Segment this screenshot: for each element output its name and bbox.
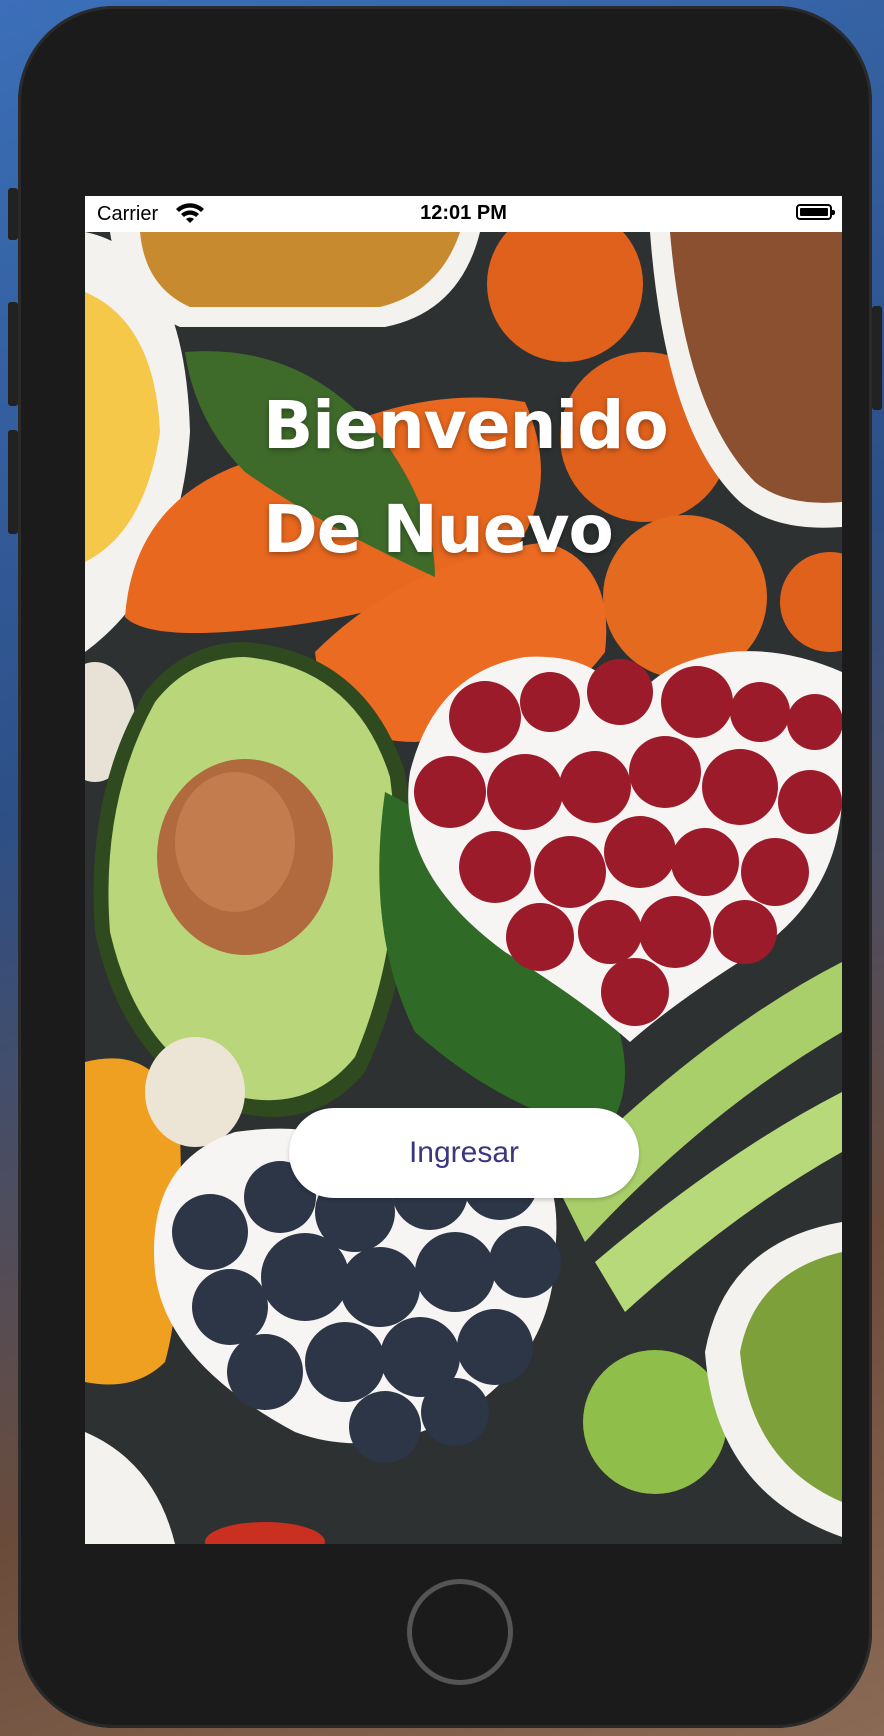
welcome-title-line1: Bienvenido xyxy=(263,387,669,464)
battery-icon xyxy=(796,204,835,220)
volume-down-button xyxy=(8,430,18,534)
status-time: 12:01 PM xyxy=(420,202,507,224)
ingresar-button[interactable]: Ingresar xyxy=(289,1108,639,1198)
welcome-title: Bienvenido De Nuevo xyxy=(263,374,669,582)
phone-frame: Carrier 12:01 PM Bienvenido De Nuevo Ing… xyxy=(8,6,882,1728)
volume-up-button xyxy=(8,302,18,406)
status-bar: Carrier 12:01 PM xyxy=(85,196,842,232)
power-button xyxy=(872,306,882,410)
app-screen: Carrier 12:01 PM Bienvenido De Nuevo Ing… xyxy=(85,196,842,1544)
home-button[interactable] xyxy=(407,1579,513,1685)
welcome-title-line2: De Nuevo xyxy=(263,491,614,568)
mute-switch xyxy=(8,188,18,240)
